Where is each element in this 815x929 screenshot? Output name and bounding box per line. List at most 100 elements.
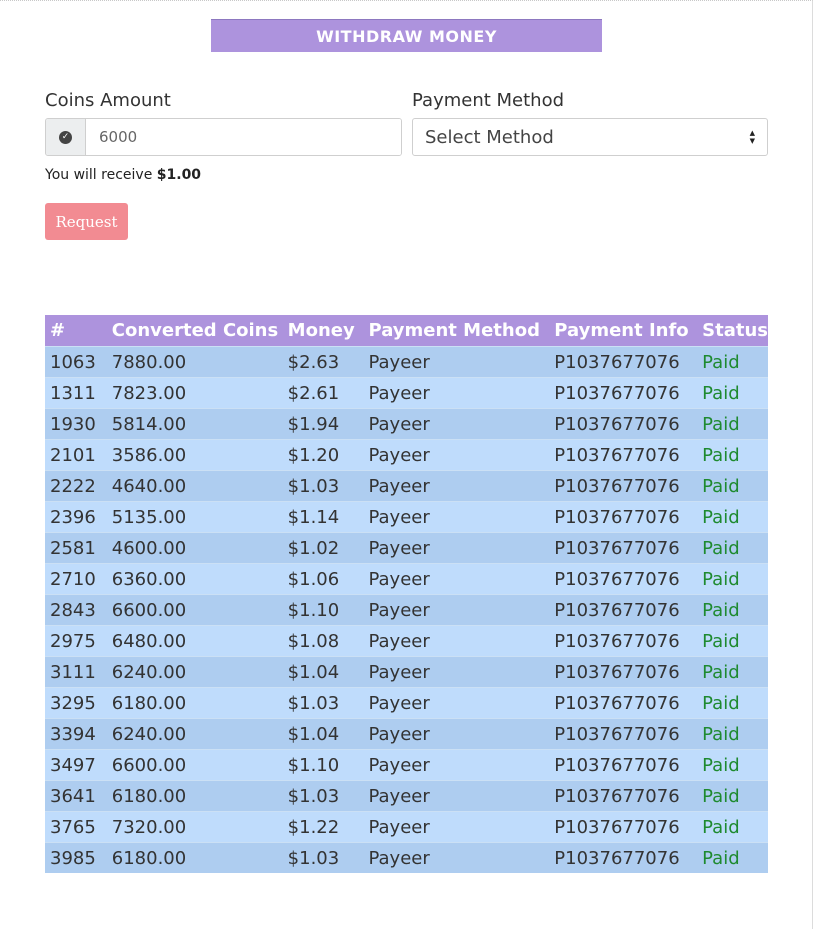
cell-status: Paid — [697, 532, 768, 564]
cell-money: $1.03 — [282, 687, 364, 719]
withdrawals-table: # Converted Coins Money Payment Method P… — [45, 315, 768, 873]
cell-payment-method: Payeer — [363, 501, 550, 533]
cell-payment-method: Payeer — [363, 439, 550, 471]
cell-payment-method: Payeer — [363, 563, 550, 595]
cell-status: Paid — [697, 718, 768, 750]
cell-money: $1.22 — [282, 811, 364, 843]
cell-id: 3765 — [45, 811, 107, 843]
col-header-id: # — [45, 315, 107, 347]
cell-status: Paid — [697, 408, 768, 440]
cell-id: 3295 — [45, 687, 107, 719]
col-header-money: Money — [282, 315, 364, 347]
cell-payment-info: P1037677076 — [549, 687, 698, 719]
cell-payment-info: P1037677076 — [549, 842, 698, 873]
cell-payment-info: P1037677076 — [549, 594, 698, 626]
cell-id: 3111 — [45, 656, 107, 688]
payment-method-selected: Select Method — [425, 126, 554, 148]
select-caret-icon: ▲ ▼ — [749, 129, 755, 145]
cell-id: 2581 — [45, 532, 107, 564]
cell-payment-method: Payeer — [363, 780, 550, 812]
table-row: 2710 6360.00 $1.06 Payeer P1037677076 Pa… — [45, 563, 768, 595]
cell-status: Paid — [697, 563, 768, 595]
table-row: 2101 3586.00 $1.20 Payeer P1037677076 Pa… — [45, 439, 768, 471]
cell-status: Paid — [697, 439, 768, 471]
cell-status: Paid — [697, 470, 768, 502]
request-button[interactable]: Request — [45, 203, 128, 240]
table-row: 3985 6180.00 $1.03 Payeer P1037677076 Pa… — [45, 842, 768, 873]
cell-id: 1311 — [45, 377, 107, 409]
coins-amount-label: Coins Amount — [45, 90, 171, 111]
cell-converted-coins: 7320.00 — [106, 811, 283, 843]
cell-status: Paid — [697, 687, 768, 719]
table-row: 3111 6240.00 $1.04 Payeer P1037677076 Pa… — [45, 656, 768, 688]
cell-status: Paid — [697, 377, 768, 409]
cell-converted-coins: 6240.00 — [106, 718, 283, 750]
receive-prefix: You will receive — [45, 167, 153, 183]
cell-id: 3641 — [45, 780, 107, 812]
cell-payment-info: P1037677076 — [549, 501, 698, 533]
cell-payment-method: Payeer — [363, 625, 550, 657]
coins-amount-group: ✓ — [45, 118, 402, 156]
cell-money: $1.03 — [282, 780, 364, 812]
cell-money: $1.94 — [282, 408, 364, 440]
cell-id: 3394 — [45, 718, 107, 750]
coins-amount-input[interactable] — [86, 119, 401, 155]
table-header-row: # Converted Coins Money Payment Method P… — [45, 315, 768, 347]
cell-status: Paid — [697, 842, 768, 873]
cell-id: 2843 — [45, 594, 107, 626]
cell-money: $1.04 — [282, 718, 364, 750]
table-row: 2581 4600.00 $1.02 Payeer P1037677076 Pa… — [45, 532, 768, 564]
cell-payment-method: Payeer — [363, 532, 550, 564]
cell-id: 1930 — [45, 408, 107, 440]
cell-id: 2710 — [45, 563, 107, 595]
cell-status: Paid — [697, 656, 768, 688]
cell-id: 2396 — [45, 501, 107, 533]
cell-payment-method: Payeer — [363, 377, 550, 409]
col-header-payment-method: Payment Method — [363, 315, 550, 347]
cell-money: $1.14 — [282, 501, 364, 533]
cell-id: 3985 — [45, 842, 107, 873]
table-row: 3765 7320.00 $1.22 Payeer P1037677076 Pa… — [45, 811, 768, 843]
cell-id: 1063 — [45, 346, 107, 378]
coins-addon: ✓ — [46, 119, 86, 155]
cell-payment-method: Payeer — [363, 749, 550, 781]
payment-method-select[interactable]: Select Method ▲ ▼ — [412, 118, 768, 156]
cell-money: $1.10 — [282, 594, 364, 626]
cell-status: Paid — [697, 625, 768, 657]
cell-status: Paid — [697, 811, 768, 843]
page-title: WITHDRAW MONEY — [211, 19, 602, 52]
cell-payment-method: Payeer — [363, 842, 550, 873]
cell-payment-info: P1037677076 — [549, 749, 698, 781]
cell-converted-coins: 7823.00 — [106, 377, 283, 409]
table-row: 2843 6600.00 $1.10 Payeer P1037677076 Pa… — [45, 594, 768, 626]
col-header-payment-info: Payment Info — [549, 315, 698, 347]
table-row: 2975 6480.00 $1.08 Payeer P1037677076 Pa… — [45, 625, 768, 657]
cell-converted-coins: 5814.00 — [106, 408, 283, 440]
table-row: 3641 6180.00 $1.03 Payeer P1037677076 Pa… — [45, 780, 768, 812]
cell-converted-coins: 6600.00 — [106, 594, 283, 626]
cell-payment-info: P1037677076 — [549, 811, 698, 843]
cell-converted-coins: 6180.00 — [106, 687, 283, 719]
cell-payment-method: Payeer — [363, 594, 550, 626]
cell-payment-info: P1037677076 — [549, 408, 698, 440]
cell-payment-info: P1037677076 — [549, 563, 698, 595]
table-row: 3295 6180.00 $1.03 Payeer P1037677076 Pa… — [45, 687, 768, 719]
cell-payment-method: Payeer — [363, 470, 550, 502]
table-row: 1311 7823.00 $2.61 Payeer P1037677076 Pa… — [45, 377, 768, 409]
withdraw-panel: WITHDRAW MONEY Coins Amount Payment Meth… — [0, 0, 813, 929]
cell-converted-coins: 5135.00 — [106, 501, 283, 533]
cell-payment-info: P1037677076 — [549, 346, 698, 378]
cell-converted-coins: 6240.00 — [106, 656, 283, 688]
cell-payment-info: P1037677076 — [549, 780, 698, 812]
cell-payment-info: P1037677076 — [549, 377, 698, 409]
payment-method-label: Payment Method — [412, 90, 565, 111]
cell-converted-coins: 6180.00 — [106, 842, 283, 873]
receive-notice: You will receive $1.00 — [45, 167, 201, 183]
cell-converted-coins: 7880.00 — [106, 346, 283, 378]
receive-amount: $1.00 — [156, 167, 202, 183]
col-header-converted-coins: Converted Coins — [106, 315, 283, 347]
cell-money: $1.06 — [282, 563, 364, 595]
cell-converted-coins: 6600.00 — [106, 749, 283, 781]
cell-converted-coins: 6360.00 — [106, 563, 283, 595]
cell-id: 3497 — [45, 749, 107, 781]
